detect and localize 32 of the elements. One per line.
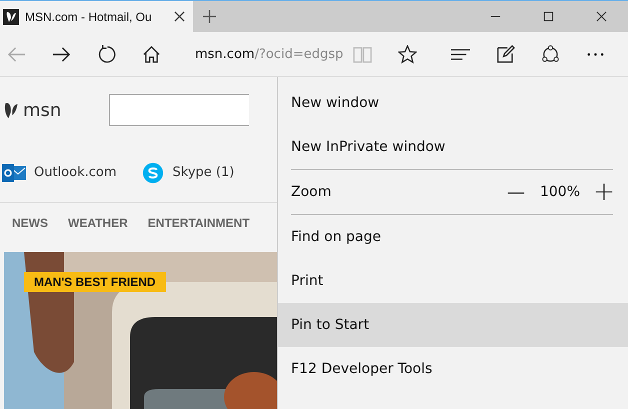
menu-item[interactable]: New window <box>278 81 628 125</box>
msn-logo-text[interactable]: msn <box>23 100 109 120</box>
refresh-icon[interactable] <box>97 44 116 64</box>
nav-link[interactable]: WEATHER <box>68 216 128 230</box>
nav-link[interactable]: ENTERTAINMENT <box>148 216 250 230</box>
share-icon[interactable] <box>541 44 560 64</box>
tab-title: MSN.com - Hotmail, Ou <box>25 10 153 24</box>
menu-item[interactable]: New InPrivate window <box>278 125 628 169</box>
close-icon[interactable] <box>596 11 607 22</box>
story-tag[interactable]: MAN'S BEST FRIEND <box>24 272 166 292</box>
menu-item[interactable]: Print <box>278 259 628 303</box>
browser-tab[interactable]: MSN.com - Hotmail, Ou <box>0 1 193 32</box>
menu-item[interactable]: Find on page <box>278 215 628 259</box>
mail-icon[interactable] <box>2 162 26 184</box>
link-label[interactable]: Outlook.com <box>34 165 117 180</box>
forward-icon[interactable] <box>52 44 71 64</box>
search-field[interactable] <box>109 94 249 126</box>
address-field[interactable]: msn.com/?ocid=edgsp <box>195 46 344 62</box>
zoom-value: 100% <box>540 184 580 200</box>
menu-item[interactable]: Pin to Start <box>278 303 628 347</box>
zoom-out-button[interactable]: — <box>504 182 528 202</box>
note-icon[interactable] <box>496 44 516 64</box>
zoom-label: Zoom <box>291 184 332 200</box>
link-label[interactable]: Skype (1) <box>172 165 234 180</box>
home-icon[interactable] <box>142 44 161 64</box>
close-icon[interactable] <box>174 11 185 22</box>
maximize-icon[interactable] <box>543 11 554 22</box>
nav-link[interactable]: NEWS <box>12 216 48 230</box>
menu-item[interactable]: F12 Developer Tools <box>278 347 628 391</box>
star-icon[interactable] <box>398 44 418 64</box>
new-tab-icon[interactable] <box>203 10 216 23</box>
zoom-in-button[interactable]: + <box>592 177 616 207</box>
